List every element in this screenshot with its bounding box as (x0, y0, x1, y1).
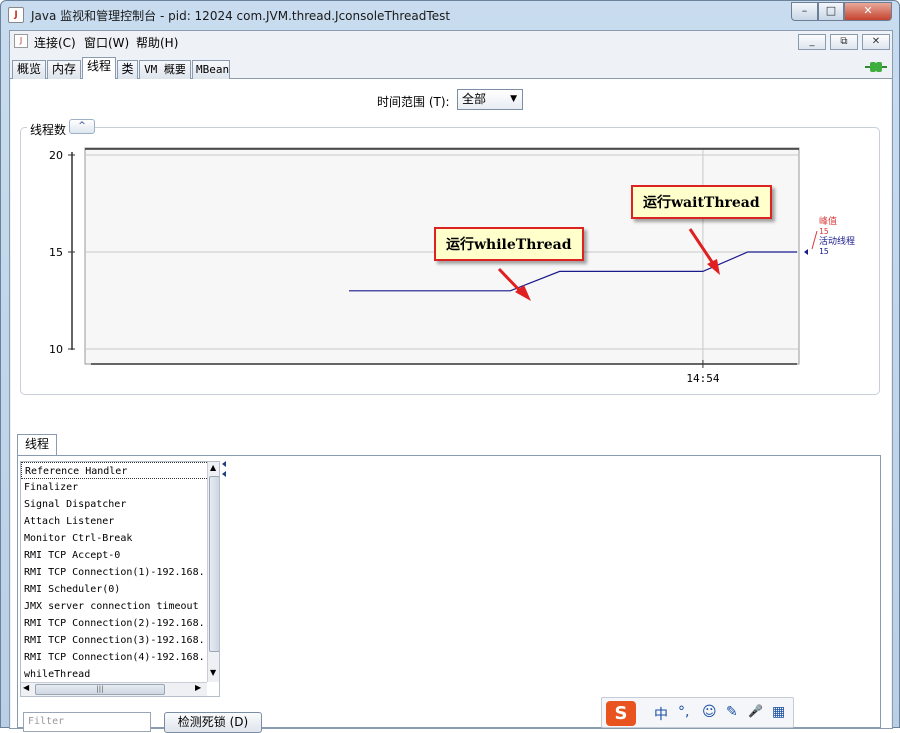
menu-window[interactable]: 窗口(W) (84, 34, 129, 51)
menu-bar: J 连接(C) 窗口(W) 帮助(H) _ ⧉ ✕ (10, 31, 892, 53)
tab-classes[interactable]: 类 (117, 60, 138, 79)
y-tick-label: 15 (49, 246, 63, 259)
split-pane-divider[interactable] (222, 461, 226, 697)
y-ticks: 10 15 20 (49, 149, 75, 356)
window-minimize-button[interactable]: – (791, 2, 818, 21)
horizontal-scroll-thumb[interactable]: ||| (35, 684, 165, 695)
window-frame: J Java 监视和管理控制台 - pid: 12024 com.JVM.thr… (0, 0, 900, 733)
frame-restore-button[interactable]: ⧉ (830, 34, 858, 50)
annotation-while-thread: 运行whileThread (434, 227, 584, 261)
y-tick-label: 20 (49, 149, 63, 162)
threads-detail-panel: Reference Handler Finalizer Signal Dispatc… (17, 455, 881, 733)
thread-list-item[interactable]: Attach Listener (21, 513, 219, 530)
thread-list-item[interactable]: RMI TCP Connection(4)-192.168. (21, 649, 219, 666)
thread-list-item[interactable]: RMI Scheduler(0) (21, 581, 219, 598)
thread-filter-input[interactable]: Filter (23, 712, 151, 732)
tab-overview[interactable]: 概览 (12, 60, 46, 79)
tab-mbean[interactable]: MBean (192, 60, 230, 79)
title-bar[interactable]: J Java 监视和管理控制台 - pid: 12024 com.JVM.thr… (1, 1, 899, 29)
ime-voice-icon[interactable]: 🎤 (748, 704, 763, 718)
thread-list: Reference Handler Finalizer Signal Dispatc… (20, 461, 220, 697)
menu-help[interactable]: 帮助(H) (136, 34, 178, 51)
threads-main-panel: 时间范围 (T): 全部 ▼ 线程数 ^ 10 15 20 14:54 峰值 15 (11, 79, 891, 733)
legend-peak-value: 15 (819, 227, 829, 236)
vertical-scroll-thumb[interactable] (209, 476, 219, 652)
tab-vm-summary[interactable]: VM 概要 (139, 60, 191, 79)
legend-active-label: 活动线程 (819, 235, 855, 247)
internal-frame-icon[interactable]: J (14, 34, 28, 48)
ime-handwriting-icon[interactable]: ✎ (726, 704, 738, 720)
tab-memory[interactable]: 内存 (47, 60, 81, 79)
legend-active-value: 15 (819, 247, 829, 256)
legend-peak-connector (811, 230, 818, 250)
window-maximize-button[interactable]: □ (818, 2, 844, 21)
tab-threads[interactable]: 线程 (82, 57, 116, 80)
thread-list-item[interactable]: JMX server connection timeout (21, 598, 219, 615)
frame-close-button[interactable]: ✕ (862, 34, 890, 50)
thread-list-item[interactable]: RMI TCP Connection(2)-192.168. (21, 615, 219, 632)
scroll-left-icon[interactable]: ◀ (23, 683, 29, 692)
x-tick-label: 14:54 (686, 372, 719, 385)
thread-items: Reference Handler Finalizer Signal Dispatc… (21, 462, 219, 696)
scroll-right-icon[interactable]: ▶ (195, 683, 201, 692)
menu-connection[interactable]: 连接(C) (34, 34, 76, 51)
connection-status-icon (865, 62, 887, 72)
window-close-button[interactable]: ✕ (844, 2, 892, 21)
thread-list-item[interactable]: whileThread (21, 666, 219, 683)
thread-list-item[interactable]: Finalizer (21, 479, 219, 496)
thread-list-horizontal-scrollbar[interactable]: ◀ ||| ▶ (21, 682, 207, 696)
thread-list-item[interactable]: Monitor Ctrl-Break (21, 530, 219, 547)
ime-punctuation-icon[interactable]: °, (678, 704, 689, 720)
thread-list-item[interactable]: RMI TCP Connection(3)-192.168. (21, 632, 219, 649)
client-area: J 连接(C) 窗口(W) 帮助(H) _ ⧉ ✕ 概览 内存 线程 类 VM … (9, 30, 893, 733)
ime-toolbar: S 中 °, ☺ ✎ 🎤 ▦ (601, 697, 794, 728)
ime-toolbox-icon[interactable]: ▦ (772, 704, 785, 720)
thread-list-item[interactable]: Signal Dispatcher (21, 496, 219, 513)
java-app-icon: J (8, 7, 24, 23)
ime-emoji-icon[interactable]: ☺ (702, 704, 717, 720)
sogou-logo-icon[interactable]: S (606, 701, 636, 726)
thread-list-vertical-scrollbar[interactable]: ▲ ▼ (207, 462, 219, 682)
annotation-wait-thread: 运行waitThread (631, 185, 772, 219)
tab-bar: 概览 内存 线程 类 VM 概要 MBean (10, 57, 892, 80)
window-title: Java 监视和管理控制台 - pid: 12024 com.JVM.threa… (31, 9, 451, 23)
legend-peak-label: 峰值 (819, 215, 837, 227)
threads-list-tab[interactable]: 线程 (17, 434, 57, 455)
detect-deadlock-button[interactable]: 检测死锁 (D) (164, 712, 262, 733)
frame-minimize-button[interactable]: _ (798, 34, 826, 50)
current-value-marker-icon (804, 249, 808, 255)
y-tick-label: 10 (49, 343, 63, 356)
scroll-up-icon[interactable]: ▲ (210, 463, 216, 472)
thread-list-item[interactable]: Reference Handler (21, 462, 219, 479)
thread-list-item[interactable]: RMI TCP Accept-0 (21, 547, 219, 564)
scroll-down-icon[interactable]: ▼ (210, 668, 216, 677)
ime-chinese-mode[interactable]: 中 (654, 704, 668, 724)
thread-list-item[interactable]: RMI TCP Connection(1)-192.168. (21, 564, 219, 581)
